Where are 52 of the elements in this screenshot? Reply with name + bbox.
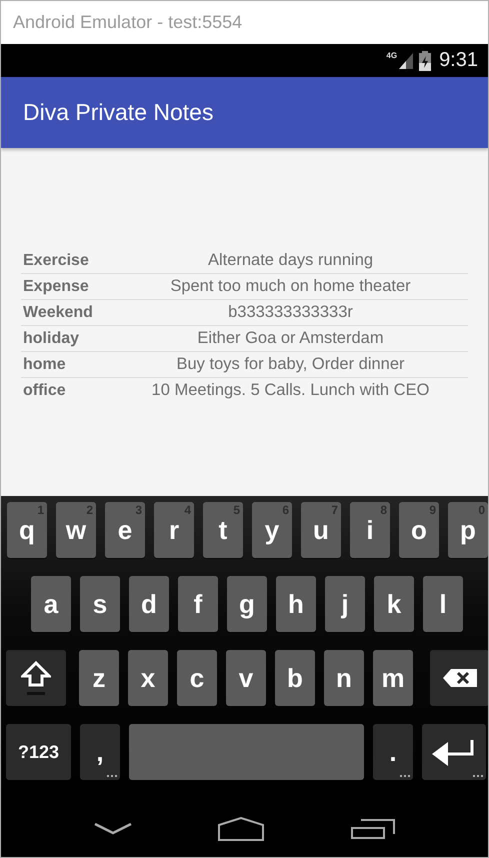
more-icon [107,775,117,778]
note-title: Expense [23,278,90,296]
app-title: Diva Private Notes [23,99,214,126]
letter-key[interactable]: d [129,576,169,632]
letter-key[interactable]: n [324,650,364,706]
note-text: Either Goa or Amsterdam [196,329,385,348]
window-title: Android Emulator - test:5554 [13,12,242,33]
backspace-key[interactable] [430,650,488,706]
backspace-icon [442,669,476,687]
network-type: 4G [386,51,398,60]
back-button[interactable] [94,823,132,835]
letter-key[interactable]: b [275,650,315,706]
note-title: Weekend [23,304,94,322]
clock: 9:31 [439,49,478,72]
home-icon [218,817,264,841]
battery-icon [419,50,432,70]
shift-icon [21,661,51,695]
note-title: holiday [23,330,80,348]
letter-key[interactable]: z [79,650,119,706]
note-text: Buy toys for baby, Order dinner [175,355,406,374]
note-title: office [23,382,67,400]
letter-key[interactable]: j [325,576,365,632]
recents-button[interactable] [350,819,395,839]
recents-icon [350,819,395,839]
home-button[interactable] [218,817,264,841]
letter-key[interactable]: m [373,650,413,706]
letter-key[interactable]: g [227,576,267,632]
signal-icon [399,52,414,68]
note-text: b333333333333r [227,303,354,322]
symbols-key[interactable]: ?123 [6,724,71,780]
letter-key[interactable]: x [128,650,168,706]
more-icon [473,775,483,778]
shift-key[interactable] [6,650,66,706]
letter-key[interactable]: v [226,650,266,706]
more-icon [400,775,410,778]
enter-icon [432,738,476,766]
letter-key[interactable]: h [276,576,316,632]
chevron-down-icon [94,823,132,835]
letter-key[interactable]: c [177,650,217,706]
note-text: 10 Meetings. 5 Calls. Lunch with CEO [150,381,430,400]
letter-key[interactable]: f [178,576,218,632]
note-text: Alternate days running [206,251,374,270]
letter-key[interactable]: l [423,576,463,632]
note-title: home [23,356,67,374]
enter-key[interactable] [422,724,486,780]
letter-key[interactable]: a [31,576,71,632]
comma-key[interactable]: , [80,724,120,780]
letter-key[interactable]: s [80,576,120,632]
letter-key[interactable]: k [374,576,414,632]
period-key[interactable]: . [373,724,413,780]
note-text: Spent too much on home theater [169,277,412,296]
note-title: Exercise [23,252,90,270]
